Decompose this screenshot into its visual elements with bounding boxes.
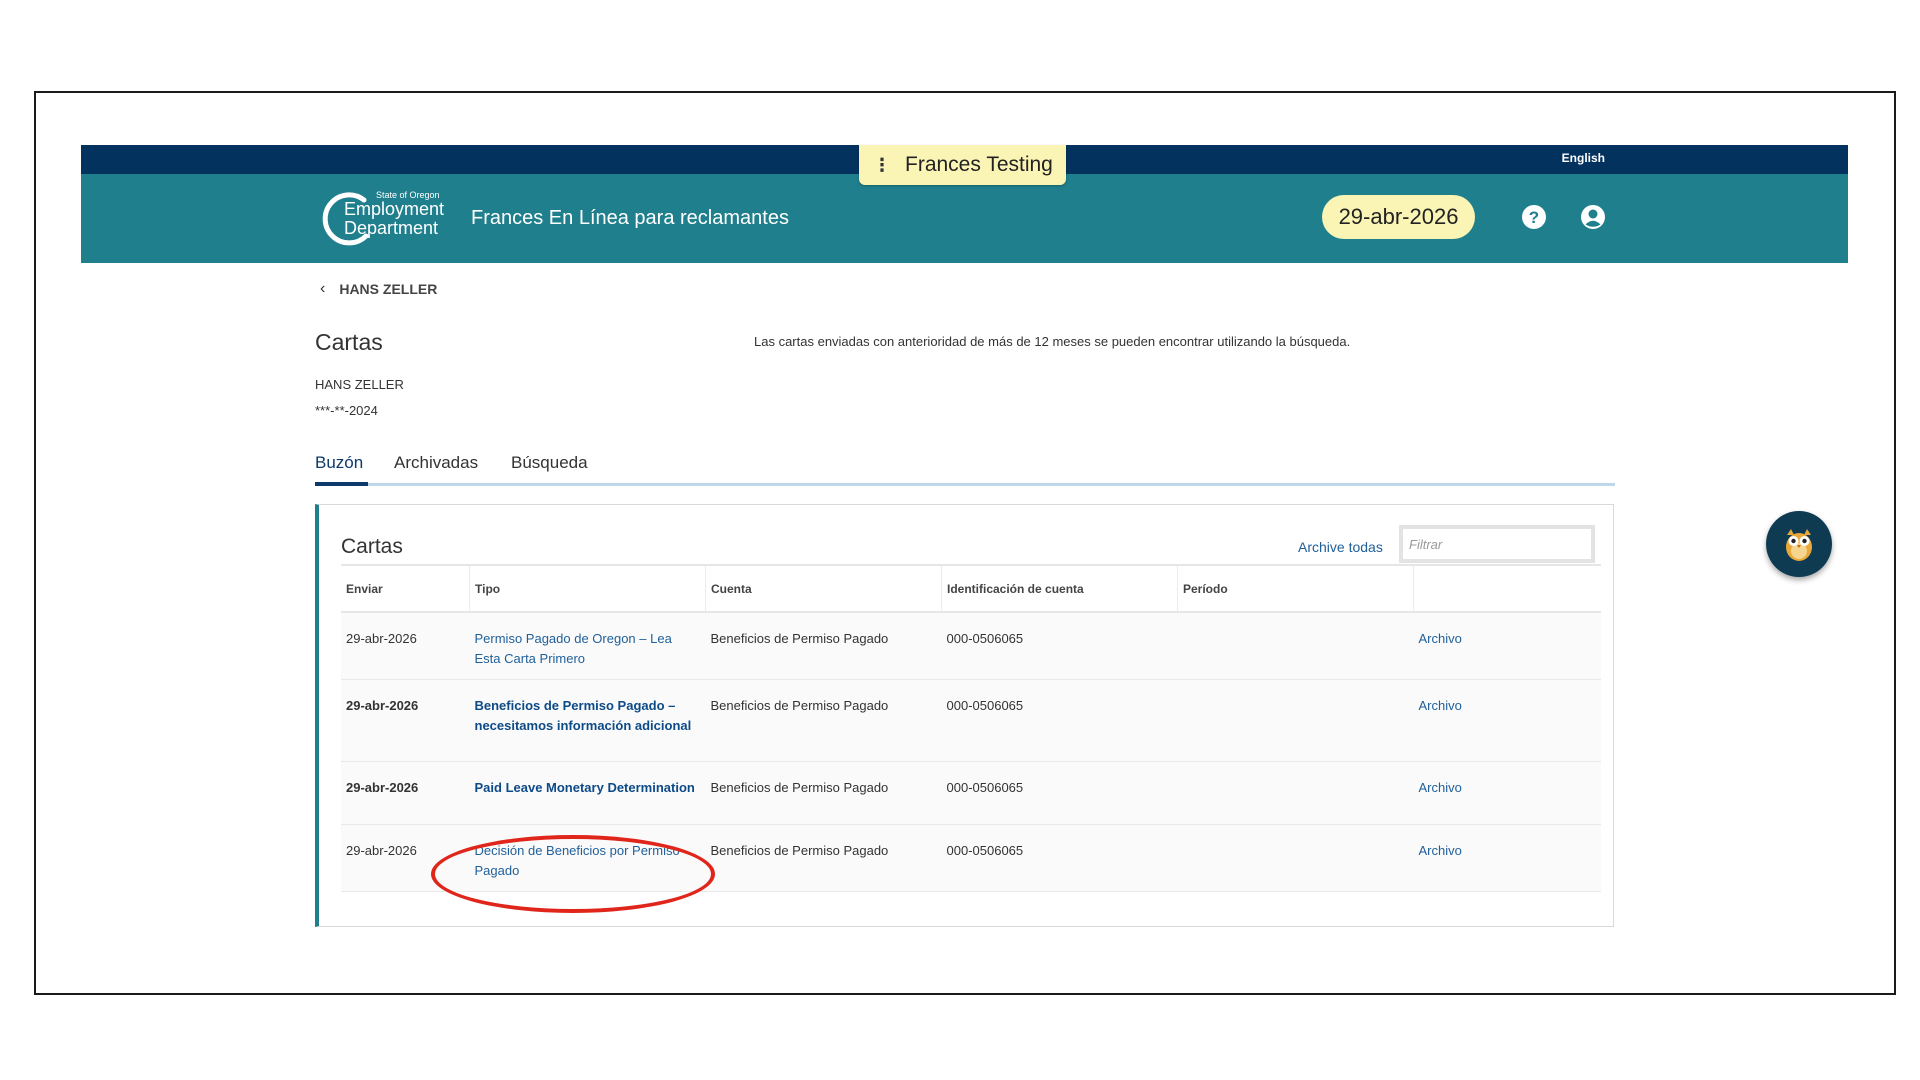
owl-assistant-button[interactable] xyxy=(1766,511,1832,577)
letters-tabs: Buzón Archivadas Búsqueda xyxy=(315,453,1615,486)
tab-archivadas[interactable]: Archivadas xyxy=(394,453,478,481)
table-row: 29-abr-2026 Decisión de Beneficios por P… xyxy=(341,824,1601,892)
cell-type: Permiso Pagado de Oregon – Lea Esta Cart… xyxy=(469,612,706,680)
cell-action: Archivo xyxy=(1413,761,1601,825)
letter-link[interactable]: Paid Leave Monetary Determination xyxy=(475,780,695,795)
archive-all-link[interactable]: Archive todas xyxy=(1298,539,1383,555)
tab-busqueda[interactable]: Búsqueda xyxy=(511,453,588,481)
letter-link[interactable]: Decisión de Beneficios por Permiso Pagad… xyxy=(475,843,680,878)
tab-buzon[interactable]: Buzón xyxy=(315,453,363,481)
column-header-type[interactable]: Tipo xyxy=(469,564,706,613)
cell-sent: 29-abr-2026 xyxy=(341,612,470,680)
archive-link[interactable]: Archivo xyxy=(1419,698,1462,713)
column-header-actions xyxy=(1413,564,1601,613)
table-header-row: Enviar Tipo Cuenta Identificación de cue… xyxy=(341,564,1601,613)
cell-period xyxy=(1177,612,1414,680)
claimant-name: HANS ZELLER xyxy=(315,377,404,392)
cell-sent: 29-abr-2026 xyxy=(341,679,470,762)
letter-link[interactable]: Permiso Pagado de Oregon – Lea Esta Cart… xyxy=(475,631,672,666)
claimant-ssn: ***-**-2024 xyxy=(315,403,378,418)
cell-type: Beneficios de Permiso Pagado – necesitam… xyxy=(469,679,706,762)
cell-account-id: 000-0506065 xyxy=(941,612,1178,680)
cell-account: Beneficios de Permiso Pagado xyxy=(705,679,942,762)
app-window: English ⋮ Frances Testing State of Orego… xyxy=(81,145,1848,927)
archive-link[interactable]: Archivo xyxy=(1419,631,1462,646)
user-account-icon[interactable] xyxy=(1580,204,1606,230)
employment-department-logo[interactable]: State of Oregon Employment Department xyxy=(316,186,456,250)
table-row: 29-abr-2026 Beneficios de Permiso Pagado… xyxy=(341,679,1601,762)
cell-account: Beneficios de Permiso Pagado xyxy=(705,824,942,892)
cell-account: Beneficios de Permiso Pagado xyxy=(705,761,942,825)
letters-card-title: Cartas xyxy=(341,535,403,558)
filter-input[interactable] xyxy=(1399,525,1595,563)
cell-period xyxy=(1177,679,1414,762)
column-header-account[interactable]: Cuenta xyxy=(705,564,942,613)
site-header: State of Oregon Employment Department Fr… xyxy=(81,174,1848,263)
page-title: Cartas xyxy=(315,329,383,355)
archive-link[interactable]: Archivo xyxy=(1419,843,1462,858)
kebab-menu-icon: ⋮ xyxy=(873,155,891,175)
cell-period xyxy=(1177,824,1414,892)
logo-line-department: Department xyxy=(344,218,439,238)
help-icon[interactable]: ? xyxy=(1521,204,1547,230)
letters-card: Cartas Archive todas Enviar Tipo Cuenta … xyxy=(315,504,1614,927)
cell-account-id: 000-0506065 xyxy=(941,824,1178,892)
cell-account: Beneficios de Permiso Pagado xyxy=(705,612,942,680)
cell-account-id: 000-0506065 xyxy=(941,761,1178,825)
svg-text:?: ? xyxy=(1529,208,1539,227)
logo-line-employment: Employment xyxy=(344,199,445,219)
letters-table: Enviar Tipo Cuenta Identificación de cue… xyxy=(341,564,1601,892)
cell-action: Archivo xyxy=(1413,612,1601,680)
app-title: Frances En Línea para reclamantes xyxy=(471,207,789,229)
cell-period xyxy=(1177,761,1414,825)
cell-type: Paid Leave Monetary Determination xyxy=(469,761,706,825)
cell-action: Archivo xyxy=(1413,679,1601,762)
breadcrumb-label: HANS ZELLER xyxy=(339,281,438,297)
current-date-badge: 29-abr-2026 xyxy=(1322,195,1475,239)
search-notice: Las cartas enviadas con anterioridad de … xyxy=(754,334,1351,349)
environment-label: Frances Testing xyxy=(905,153,1053,176)
owl-assistant-icon xyxy=(1786,529,1812,561)
cell-type: Decisión de Beneficios por Permiso Pagad… xyxy=(469,824,706,892)
active-tab-indicator xyxy=(315,482,368,486)
archive-link[interactable]: Archivo xyxy=(1419,780,1462,795)
breadcrumb[interactable]: ‹ HANS ZELLER xyxy=(320,280,437,298)
table-row: 29-abr-2026 Permiso Pagado de Oregon – L… xyxy=(341,612,1601,680)
column-header-sent[interactable]: Enviar xyxy=(341,564,470,613)
table-row: 29-abr-2026 Paid Leave Monetary Determin… xyxy=(341,761,1601,825)
chevron-left-icon: ‹ xyxy=(320,280,326,297)
environment-badge[interactable]: ⋮ Frances Testing xyxy=(859,145,1066,185)
cell-sent: 29-abr-2026 xyxy=(341,761,470,825)
column-header-period[interactable]: Período xyxy=(1177,564,1414,613)
letter-link[interactable]: Beneficios de Permiso Pagado – necesitam… xyxy=(475,698,692,733)
column-header-account-id[interactable]: Identificación de cuenta xyxy=(941,564,1178,613)
cell-action: Archivo xyxy=(1413,824,1601,892)
cell-sent: 29-abr-2026 xyxy=(341,824,470,892)
cell-account-id: 000-0506065 xyxy=(941,679,1178,762)
language-toggle[interactable]: English xyxy=(1562,151,1605,165)
